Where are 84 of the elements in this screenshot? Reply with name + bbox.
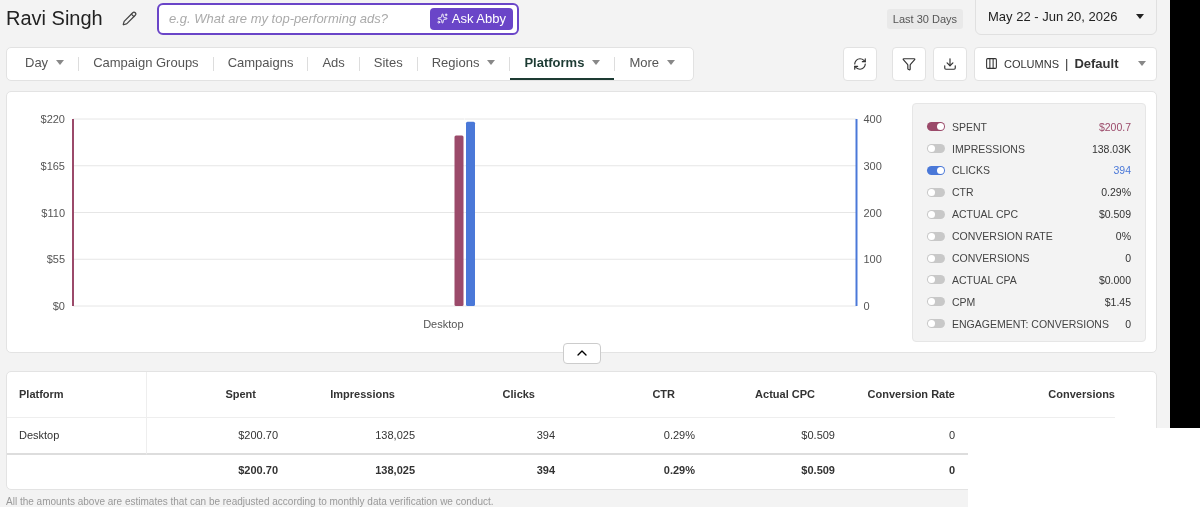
metric-label: ACTUAL CPC xyxy=(952,208,1020,221)
tab[interactable]: Regions xyxy=(417,47,510,80)
tab[interactable]: More xyxy=(615,47,689,80)
axis-tick-label: $0 xyxy=(52,299,65,312)
ask-field[interactable]: e.g. What are my top-performing ads? Ask Abby xyxy=(157,2,519,35)
page-title: Ravi Singh xyxy=(6,7,104,31)
tab[interactable]: Sites xyxy=(359,47,417,80)
download-icon[interactable] xyxy=(933,46,967,81)
metric-value: 0.29% xyxy=(1101,186,1131,199)
total-cell-text: 394 xyxy=(535,462,555,478)
metric-value: 138.03K xyxy=(1091,142,1131,155)
metric-label: CLICKS xyxy=(952,164,991,177)
axis-tick-label: $220 xyxy=(40,112,65,125)
columns-dropdown[interactable]: COLUMNS | Default xyxy=(974,46,1157,81)
table-cell: $0.509 xyxy=(695,417,835,455)
toggle-switch[interactable] xyxy=(927,231,945,241)
metric-value: 0 xyxy=(1125,317,1131,330)
collapse-button[interactable] xyxy=(563,342,601,364)
total-cell-text: 138,025 xyxy=(374,462,415,478)
metric-label: ENGAGEMENT: CONVERSIONS xyxy=(952,317,1110,330)
table-cell: 138,025 xyxy=(278,417,415,455)
metric-value: $200.7 xyxy=(1098,120,1131,133)
metric-label: CONVERSIONS xyxy=(952,252,1031,264)
columns-icon xyxy=(985,57,998,71)
tab[interactable]: Campaigns xyxy=(213,47,308,80)
toggle-switch[interactable] xyxy=(927,122,945,132)
column-header: Conversions xyxy=(955,371,1115,418)
metric-label: CTR xyxy=(952,186,975,199)
total-cell-text: $200.70 xyxy=(237,462,278,478)
tab[interactable]: Platforms xyxy=(510,47,615,80)
metric-label: SPENT xyxy=(952,120,988,133)
metric-value: 0% xyxy=(1115,230,1131,243)
axis-tick-label: 300 xyxy=(863,159,882,172)
metric-value: $1.45 xyxy=(1104,295,1131,308)
toggle-switch[interactable] xyxy=(927,275,945,285)
ask-button[interactable]: Ask Abby xyxy=(429,7,513,30)
footnote: All the amounts above are estimates that can be readjusted according to monthly data verification we conduct. xyxy=(6,496,495,507)
table-cell: $200.70 xyxy=(147,417,278,455)
edit-pencil-icon[interactable] xyxy=(122,11,137,27)
axis-tick-label: 400 xyxy=(863,112,882,125)
axis-tick-label: $110 xyxy=(41,206,65,219)
total-cell-text: $0.509 xyxy=(800,462,835,478)
metric-label: ACTUAL CPA xyxy=(952,273,1018,286)
filter-icon[interactable] xyxy=(892,46,926,81)
column-header: Conversion Rate xyxy=(835,371,955,418)
tab[interactable]: Day xyxy=(11,47,79,80)
toggle-switch[interactable] xyxy=(927,319,945,329)
range-chip[interactable]: Last 30 Days xyxy=(886,8,963,29)
column-header: Impressions xyxy=(278,371,415,418)
tab[interactable]: Ads xyxy=(308,47,359,80)
toggle-switch[interactable] xyxy=(927,165,945,175)
sparkle-icon xyxy=(436,13,448,25)
total-cell-text: 0 xyxy=(947,462,955,478)
axis-tick-label: $165 xyxy=(40,159,65,172)
axis-tick-label: 100 xyxy=(863,253,882,265)
metric-label: CPM xyxy=(952,295,977,308)
toggle-switch[interactable] xyxy=(927,187,945,197)
column-header: Actual CPC xyxy=(695,371,835,418)
toggle-switch[interactable] xyxy=(927,144,945,154)
axis-tick-label: $55 xyxy=(46,253,65,265)
metric-value: 0 xyxy=(1125,252,1131,264)
total-cell-text: 0.29% xyxy=(662,462,695,478)
metric-label: CONVERSION RATE xyxy=(952,230,1054,243)
column-header: Clicks xyxy=(415,371,555,418)
table-cell: 0 xyxy=(835,417,955,455)
table-cell: Desktop xyxy=(7,417,147,455)
column-header: Platform xyxy=(7,371,147,418)
tab[interactable]: Campaign Groups xyxy=(79,47,213,80)
metric-value: 394 xyxy=(1113,164,1131,177)
table-cell: 0.29% xyxy=(555,417,695,455)
metric-value: $0.509 xyxy=(1098,208,1131,221)
axis-tick-label: 200 xyxy=(863,206,882,219)
toggle-switch[interactable] xyxy=(927,297,945,307)
axis-category-label: Desktop xyxy=(423,317,464,330)
column-header: Spent xyxy=(147,371,278,418)
axis-tick-label: 0 xyxy=(863,299,870,312)
toggle-switch[interactable] xyxy=(927,253,945,263)
table-cell: 394 xyxy=(415,417,555,455)
metric-value: $0.000 xyxy=(1098,273,1131,286)
date-range-dropdown[interactable]: May 22 - Jun 20, 2026 xyxy=(975,0,1157,35)
refresh-icon[interactable] xyxy=(843,46,877,81)
toggle-switch[interactable] xyxy=(927,209,945,219)
metric-label: IMPRESSIONS xyxy=(952,142,1026,155)
column-header: CTR xyxy=(555,371,695,418)
